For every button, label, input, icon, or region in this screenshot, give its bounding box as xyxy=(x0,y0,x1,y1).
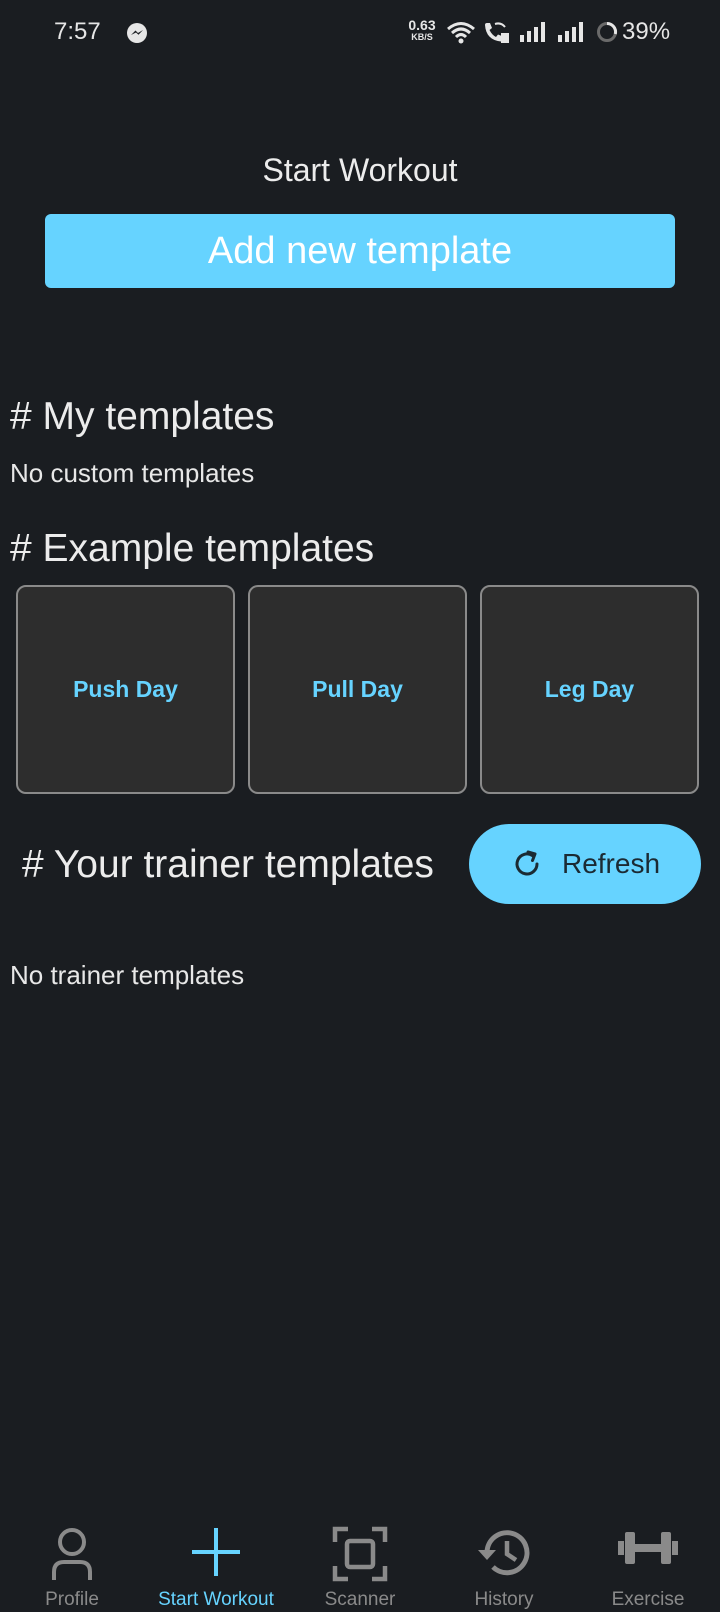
status-time: 7:57 xyxy=(54,18,101,45)
nav-label-exercise: Exercise xyxy=(611,1589,685,1610)
signal-icon xyxy=(558,22,583,42)
messenger-icon xyxy=(127,23,147,43)
nav-item-history[interactable]: History xyxy=(432,1512,576,1612)
bottom-navigation: Profile Start Workout Scanner History Ex… xyxy=(0,1512,720,1612)
page-title: Start Workout xyxy=(262,152,458,188)
template-card-label: Leg Day xyxy=(544,676,635,702)
status-bar: 7:57 0.63 KB/S 39% xyxy=(0,0,720,66)
network-speed-value: 0.63 xyxy=(408,17,436,33)
nav-label-scanner: Scanner xyxy=(324,1589,396,1610)
wifi-call-icon xyxy=(485,22,509,43)
nav-label-history: History xyxy=(474,1589,534,1610)
history-icon xyxy=(478,1530,530,1576)
nav-item-scanner[interactable]: Scanner xyxy=(288,1512,432,1612)
network-speed: 0.63 KB/S xyxy=(404,17,440,43)
example-templates-heading: # Example templates xyxy=(10,527,375,570)
refresh-icon xyxy=(515,850,539,876)
battery-ring-icon xyxy=(597,21,618,42)
refresh-button-label: Refresh xyxy=(561,848,661,879)
person-icon xyxy=(52,1528,92,1580)
trainer-templates-empty-text: No trainer templates xyxy=(10,960,245,990)
signal-icon xyxy=(520,22,545,42)
plus-icon xyxy=(192,1528,240,1576)
start-workout-screen: 7:57 0.63 KB/S 39% Start Workout Add new… xyxy=(0,0,720,1612)
refresh-button[interactable]: Refresh xyxy=(469,824,701,904)
template-card-label: Push Day xyxy=(73,676,178,702)
nav-item-profile[interactable]: Profile xyxy=(0,1512,144,1612)
nav-label-profile: Profile xyxy=(45,1589,99,1610)
template-card-label: Pull Day xyxy=(312,676,403,702)
dumbbell-icon xyxy=(618,1532,678,1564)
nav-item-start-workout[interactable]: Start Workout xyxy=(144,1512,288,1612)
template-card-pull-day[interactable]: Pull Day xyxy=(248,585,467,794)
nav-label-start-workout: Start Workout xyxy=(158,1589,274,1610)
my-templates-empty-text: No custom templates xyxy=(10,458,255,488)
my-templates-heading: # My templates xyxy=(10,395,275,438)
trainer-templates-heading: # Your trainer templates xyxy=(22,843,434,886)
scanner-icon xyxy=(332,1526,388,1582)
add-new-template-button[interactable]: Add new template xyxy=(45,214,675,288)
template-card-leg-day[interactable]: Leg Day xyxy=(480,585,699,794)
battery-percent: 39% xyxy=(622,18,671,45)
template-card-push-day[interactable]: Push Day xyxy=(16,585,235,794)
nav-item-exercise[interactable]: Exercise xyxy=(576,1512,720,1612)
wifi-icon xyxy=(447,22,475,44)
